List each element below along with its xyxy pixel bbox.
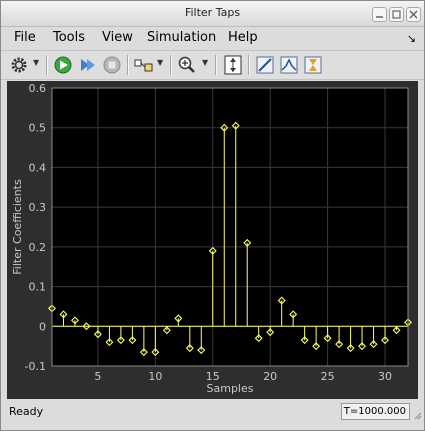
menu-tools[interactable]: Tools [53,30,85,45]
autoscale-icon[interactable] [222,54,244,76]
y-tick-label: 0.1 [29,281,47,294]
toolbar: ▼ ▼ ▼ [1,50,424,80]
resize-grip-icon[interactable] [414,412,422,420]
toolbar-separator [248,55,250,75]
toolbar-separator [215,55,217,75]
toolbar-separator [170,55,172,75]
gear-icon[interactable] [8,54,30,76]
menu-help[interactable]: Help [228,30,258,45]
chevron-down-icon[interactable]: ▼ [33,58,39,67]
chevron-down-icon[interactable]: ▼ [157,58,163,67]
zoom-in-icon[interactable] [176,54,198,76]
y-tick-label: 0.3 [29,201,47,214]
window-title: Filter Taps [184,6,241,19]
y-axis-label: Filter Coefficients [11,179,24,275]
menu-bar: File Tools View Simulation Help ↘ [1,27,424,49]
stop-icon[interactable] [101,54,123,76]
y-tick-label: 0.2 [29,241,47,254]
menu-view[interactable]: View [102,30,133,45]
chevron-down-icon[interactable]: ▼ [202,58,208,67]
minimize-button[interactable] [372,7,387,22]
title-bar: Filter Taps [1,1,424,27]
menu-overflow-icon[interactable]: ↘ [407,32,416,45]
x-axis-label: Samples [207,382,254,395]
stem-plot[interactable]: 5 10 15 20 25 30 -0.100.10.20.30.40.50.6 Samp… [7,81,418,399]
y-tick-label: 0.5 [29,122,47,135]
y-tick-label: 0.4 [29,161,47,174]
step-forward-icon[interactable] [77,54,99,76]
axes-background [52,88,408,366]
x-tick-label: 10 [148,370,162,383]
peak-finder-icon[interactable] [278,54,300,76]
y-tick-label: -0.1 [25,360,46,373]
scope-window: Filter Taps File Tools View Simulation H… [0,0,425,431]
x-tick-label: 20 [263,370,277,383]
simulation-time: T=1000.000 [341,403,410,420]
toolbar-separator [127,55,129,75]
menu-file[interactable]: File [14,30,36,45]
maximize-button[interactable] [389,7,404,22]
status-text: Ready [9,405,44,418]
play-icon[interactable] [52,54,74,76]
draw-measure-icon[interactable] [254,54,276,76]
x-tick-label: 25 [321,370,335,383]
y-tick-label: 0 [39,320,46,333]
highlight-block-icon[interactable] [133,54,155,76]
close-button[interactable] [406,7,421,22]
bilevel-measure-icon[interactable] [302,54,324,76]
plot-panel: 5 10 15 20 25 30 -0.1 0 0.1 0.2 0.3 0.4 0.5 0.6 Samp… [7,81,418,399]
x-tick-label: 30 [378,370,392,383]
menu-simulation[interactable]: Simulation [147,30,216,45]
y-tick-label: 0.6 [29,82,47,95]
status-bar: Ready T=1000.000 [1,402,424,422]
toolbar-separator [46,55,48,75]
x-tick-label: 5 [94,370,101,383]
